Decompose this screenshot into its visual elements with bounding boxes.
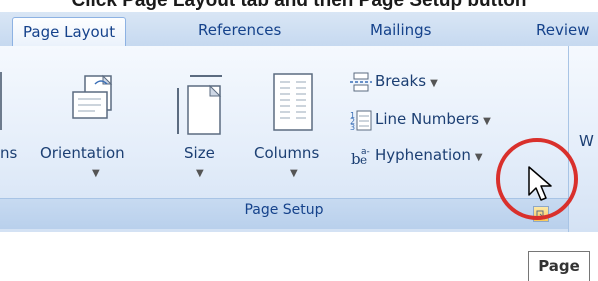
orientation-icon xyxy=(72,74,113,119)
next-group-partial: W xyxy=(569,46,598,232)
page-setup-group-label: Page Setup xyxy=(244,202,324,218)
ribbon-tab-bar: Page Layout References Mailings Review xyxy=(0,12,598,48)
columns-icon xyxy=(273,73,313,131)
hyphenation-button[interactable]: b e a- Hyphenation ▼ xyxy=(350,142,483,168)
tab-mailings[interactable]: Mailings xyxy=(370,16,431,45)
tab-review[interactable]: Review xyxy=(536,16,590,45)
hyphenation-label: Hyphenation xyxy=(375,146,471,164)
chevron-down-icon: ▼ xyxy=(474,152,483,163)
page-setup-group: ns Orientation ▼ Size ▼ Columns ▼ Breaks… xyxy=(0,46,569,232)
tooltip: Page xyxy=(528,251,590,281)
line-numbers-icon: 1 2 3 xyxy=(350,110,372,131)
orientation-label: Orientation xyxy=(40,144,125,162)
next-group-label: W xyxy=(579,132,594,150)
chevron-down-icon: ▼ xyxy=(290,168,298,179)
chevron-down-icon: ▼ xyxy=(92,168,100,179)
tab-references[interactable]: References xyxy=(198,16,281,45)
margins-label: ns xyxy=(0,144,18,162)
chevron-down-icon: ▼ xyxy=(430,78,438,89)
breaks-label: Breaks xyxy=(375,72,427,90)
breaks-icon xyxy=(350,72,372,91)
chevron-down-icon: ▼ xyxy=(483,116,491,127)
chevron-down-icon: ▼ xyxy=(196,168,204,179)
margins-icon xyxy=(0,72,2,130)
instruction-caption: Click Page Layout tab and then Page Setu… xyxy=(71,0,527,11)
size-icon xyxy=(177,75,222,135)
size-label: Size xyxy=(184,144,215,162)
columns-label: Columns xyxy=(254,144,320,162)
breaks-button[interactable]: Breaks ▼ xyxy=(350,68,438,94)
tab-page-layout[interactable]: Page Layout xyxy=(12,17,127,48)
hyphenation-icon: b e a- xyxy=(351,147,370,167)
mouse-pointer-icon xyxy=(528,166,552,201)
line-numbers-label: Line Numbers xyxy=(375,110,480,128)
line-numbers-button[interactable]: 1 2 3 Line Numbers ▼ xyxy=(350,106,491,132)
svg-text:3: 3 xyxy=(350,123,355,131)
svg-text:a-: a- xyxy=(361,147,370,157)
